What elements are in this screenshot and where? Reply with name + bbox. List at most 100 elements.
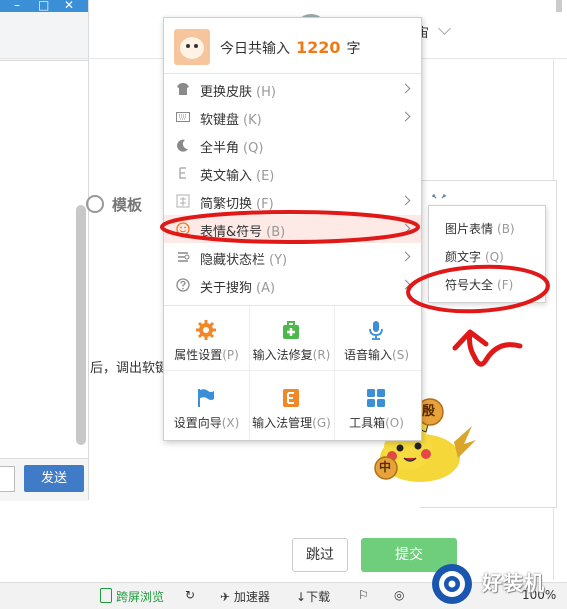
menu-item-label: 简繁切换 [200, 197, 253, 212]
count-suffix: 字 [346, 41, 361, 57]
shortcut-key: (B) [266, 225, 286, 240]
split-browse-button[interactable]: 跨屏浏览 [100, 588, 164, 605]
submenu-item-symbols[interactable]: 符号大全 (F) [429, 270, 545, 298]
sogou-context-menu: 今日共输入 1220 字 更换皮肤 (H) 软键盘 (K) 全半角 (Q) 英文输入 (E)… [163, 17, 422, 441]
sogou-logo [174, 29, 210, 65]
grid-label: 工具箱 [349, 416, 386, 430]
shortcut-key: (Q) [243, 141, 264, 156]
chevron-right-icon [400, 279, 411, 290]
menu-item-label: 英文输入 [200, 169, 253, 184]
refresh-icon[interactable]: ↻ [185, 588, 195, 602]
grid-voice-input[interactable]: 语音输入(S) [334, 310, 419, 370]
menu-item-label: 软键盘 [200, 113, 240, 128]
smiley-icon [176, 222, 190, 236]
shortcut-key: (P) [222, 348, 239, 362]
template-label: 模板 [112, 196, 143, 214]
grid-ime-manager[interactable]: 输入法管理(G) [249, 378, 334, 438]
shortcut-key: (H) [256, 85, 276, 100]
maximize-icon[interactable]: □ [38, 0, 49, 12]
menu-item-full-half-width[interactable]: 全半角 (Q) [164, 131, 421, 159]
grid-properties[interactable]: 属性设置(P) [164, 310, 249, 370]
grid-label: 属性设置 [174, 348, 223, 362]
window-titlebar: – □ ✕ [0, 0, 88, 12]
window-toolbar [0, 12, 88, 61]
menu-item-skin[interactable]: 更换皮肤 (H) [164, 75, 421, 103]
shortcut-key: (A) [256, 281, 276, 296]
menu-item-simplified-traditional[interactable]: 简繁切换 (F) [164, 187, 421, 215]
chevron-right-icon [400, 251, 411, 262]
submenu-item-label: 符号大全 [445, 278, 494, 292]
count-value: 1220 [296, 38, 341, 57]
repair-kit-icon [281, 320, 301, 340]
minimize-icon[interactable]: – [14, 0, 20, 12]
watermark-text: 好装机 [482, 571, 545, 595]
keyboard-icon [176, 110, 190, 124]
scrollbar[interactable] [76, 205, 86, 445]
shortcut-key: (F) [256, 197, 274, 212]
skip-button[interactable]: 跳过 [292, 538, 348, 572]
grid-label: 输入法管理 [252, 416, 313, 430]
grid-ime-repair[interactable]: 输入法修复(R) [249, 310, 334, 370]
submenu-item-label: 颜文字 [445, 250, 482, 264]
count-prefix: 今日共输入 [220, 41, 290, 57]
shirt-icon [176, 82, 190, 96]
shortcut-key: (F) [497, 278, 514, 292]
menu-item-english-input[interactable]: 英文输入 (E) [164, 159, 421, 187]
shortcut-key: (G) [312, 416, 331, 430]
accelerator-label: 加速器 [233, 590, 270, 604]
menu-item-label: 全半角 [200, 141, 240, 156]
message-input[interactable] [0, 466, 15, 492]
shortcut-key: (S) [392, 348, 409, 362]
grid-label: 输入法修复 [252, 348, 313, 362]
grid-setup-wizard[interactable]: 设置向导(X) [164, 378, 249, 438]
microphone-icon [366, 320, 386, 340]
search-icon [86, 195, 104, 213]
mascot-char: 殷 [422, 404, 436, 419]
menu-item-label: 关于搜狗 [200, 281, 253, 296]
top-right-scroll [553, 0, 567, 14]
submenu-item-image-emoji[interactable]: 图片表情 (B) [429, 214, 545, 242]
gear-icon [196, 320, 216, 340]
mascot-char: 中 [379, 460, 392, 474]
template-tab[interactable]: 模板 [86, 194, 142, 215]
submenu-item-kaomoji[interactable]: 颜文字 (Q) [429, 242, 545, 270]
flag-status-icon[interactable]: ⚐ [358, 588, 369, 602]
browser-icon[interactable]: ◎ [394, 588, 404, 602]
menu-item-label: 隐藏状态栏 [200, 253, 266, 268]
menu-divider [164, 73, 421, 74]
background-chat-window: – □ ✕ 发送 [0, 0, 89, 501]
toolbox-icon [366, 388, 386, 408]
menu-item-label: 更换皮肤 [200, 85, 253, 100]
ime-manager-icon [281, 388, 301, 408]
input-count-summary: 今日共输入 1220 字 [220, 38, 361, 58]
menu-item-soft-keyboard[interactable]: 软键盘 (K) [164, 103, 421, 131]
simplified-icon [176, 194, 190, 208]
menu-item-label: 表情&符号 [200, 225, 263, 240]
download-button[interactable]: ↓下载 [296, 588, 330, 605]
shortcut-key: (Q) [485, 250, 504, 264]
hide-statusbar-icon [176, 250, 190, 264]
menu-item-emoji-symbols[interactable]: 表情&符号 (B) [164, 215, 421, 243]
accelerator-button[interactable]: ✈ 加速器 [220, 588, 270, 605]
shortcut-key: (K) [243, 113, 262, 128]
send-button[interactable]: 发送 [24, 465, 84, 492]
shortcut-key: (R) [312, 348, 331, 362]
question-icon [176, 278, 190, 292]
flag-icon [196, 388, 216, 408]
phone-icon [100, 588, 112, 603]
download-label: 下载 [306, 590, 331, 604]
shortcut-key: (E) [256, 169, 275, 184]
rocket-icon: ✈ [220, 590, 231, 604]
grid-label: 设置向导 [173, 416, 222, 430]
menu-item-hide-statusbar[interactable]: 隐藏状态栏 (Y) [164, 243, 421, 271]
grid-toolbox[interactable]: 工具箱(O) [334, 378, 419, 438]
menu-item-about[interactable]: 关于搜狗 (A) [164, 271, 421, 299]
english-icon [176, 166, 190, 180]
chevron-right-icon [400, 195, 411, 206]
shortcut-key: (B) [497, 222, 515, 236]
download-icon: ↓ [296, 590, 307, 604]
close-icon[interactable]: ✕ [64, 0, 74, 12]
shortcut-key: (X) [221, 416, 240, 430]
grid-label: 语音输入 [344, 348, 393, 362]
chevron-down-icon[interactable] [438, 22, 451, 35]
